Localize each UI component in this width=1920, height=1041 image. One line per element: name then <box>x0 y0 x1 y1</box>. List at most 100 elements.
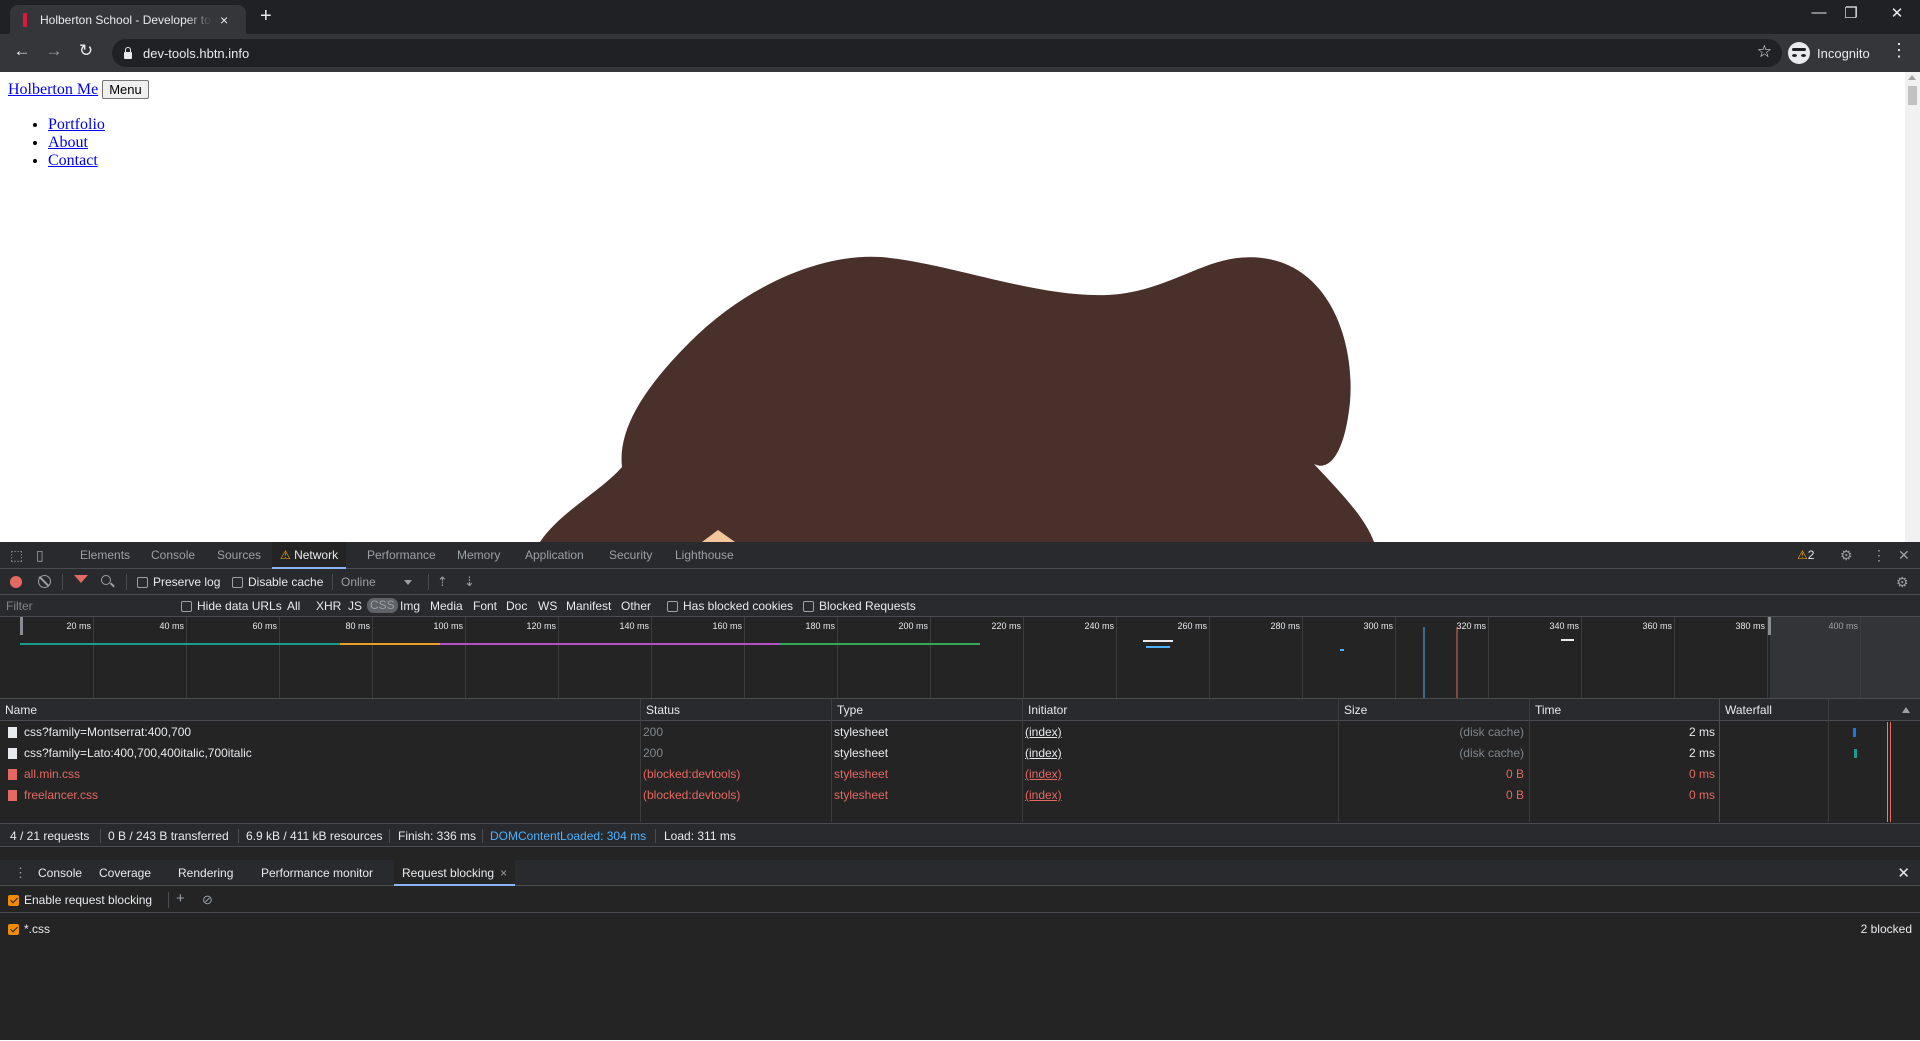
tab-application[interactable]: Application <box>525 542 584 569</box>
checkbox-box[interactable] <box>8 895 19 906</box>
export-har-icon[interactable]: ⇣ <box>464 574 475 590</box>
checkbox-box[interactable] <box>232 577 243 588</box>
filter-type-img[interactable]: Img <box>400 599 420 613</box>
enable-request-blocking-checkbox[interactable]: Enable request blocking <box>8 893 152 907</box>
header-waterfall[interactable]: Waterfall <box>1720 699 1920 721</box>
warnings-counter[interactable]: ⚠2 <box>1797 548 1814 562</box>
tab-network[interactable]: ⚠ Network <box>272 542 347 569</box>
header-size[interactable]: Size <box>1339 699 1529 721</box>
filter-type-media[interactable]: Media <box>430 599 463 613</box>
filter-type-manifest[interactable]: Manifest <box>566 599 611 613</box>
table-row[interactable]: all.min.css (blocked:devtools) styleshee… <box>0 764 1720 785</box>
cell-initiator-link[interactable]: (index) <box>1025 722 1325 743</box>
checkbox-box[interactable] <box>181 601 192 612</box>
filter-type-ws[interactable]: WS <box>538 599 557 613</box>
tab-performance[interactable]: Performance <box>367 542 436 569</box>
header-type[interactable]: Type <box>832 699 1022 721</box>
clear-icon[interactable] <box>38 575 51 588</box>
preserve-log-checkbox[interactable]: Preserve log <box>137 575 220 589</box>
tab-elements[interactable]: Elements <box>80 542 130 569</box>
checkbox-box[interactable] <box>137 577 148 588</box>
reload-button[interactable]: ↻ <box>74 41 98 61</box>
pattern-row[interactable]: *.css <box>8 922 50 936</box>
browser-menu-icon[interactable]: ⋮ <box>1890 40 1908 61</box>
filter-type-all[interactable]: All <box>287 599 300 613</box>
scroll-up-arrow-icon[interactable] <box>1908 75 1916 80</box>
has-blocked-cookies-checkbox[interactable]: Has blocked cookies <box>667 599 793 613</box>
table-row[interactable]: freelancer.css (blocked:devtools) styles… <box>0 785 1720 806</box>
inspect-element-icon[interactable]: ⬚ <box>10 547 23 564</box>
filter-type-other[interactable]: Other <box>621 599 651 613</box>
throttling-dropdown-icon[interactable] <box>404 580 412 585</box>
add-pattern-icon[interactable]: + <box>176 890 185 907</box>
table-row[interactable]: css?family=Montserrat:400,700 200 styles… <box>0 722 1856 743</box>
record-icon[interactable] <box>10 576 22 588</box>
lock-icon[interactable] <box>123 47 133 59</box>
tab-security[interactable]: Security <box>609 542 652 569</box>
filter-type-js[interactable]: JS <box>348 599 362 613</box>
header-initiator[interactable]: Initiator <box>1023 699 1338 721</box>
header-status[interactable]: Status <box>641 699 831 721</box>
table-row[interactable]: css?family=Lato:400,700,400italic,700ita… <box>0 743 1857 764</box>
network-overview-timeline[interactable]: 20 ms 40 ms 60 ms 80 ms 100 ms 120 ms 140 ms 16… <box>0 617 1920 699</box>
bookmark-star-icon[interactable]: ☆ <box>1757 42 1772 62</box>
disable-cache-checkbox[interactable]: Disable cache <box>232 575 323 589</box>
header-time[interactable]: Time <box>1530 699 1719 721</box>
filter-type-xhr[interactable]: XHR <box>316 599 341 613</box>
filter-type-font[interactable]: Font <box>473 599 497 613</box>
drawer-tab-request-blocking[interactable]: Request blocking × <box>394 860 516 886</box>
header-name[interactable]: Name <box>0 699 640 721</box>
new-tab-button[interactable]: + <box>260 5 272 28</box>
cell-initiator-link[interactable]: (index) <box>1025 785 1325 806</box>
filter-type-css[interactable]: CSS <box>367 598 398 613</box>
checkbox-box[interactable] <box>803 601 814 612</box>
tab-sources[interactable]: Sources <box>217 542 261 569</box>
tab-memory[interactable]: Memory <box>457 542 500 569</box>
devtools-close-icon[interactable]: ✕ <box>1898 547 1910 564</box>
tab-strip: Holberton School - Developer tools × + —… <box>0 0 1920 34</box>
devtools-menu-icon[interactable]: ⋮ <box>1872 547 1886 564</box>
checkbox-box[interactable] <box>667 601 678 612</box>
filter-input[interactable]: Filter <box>6 599 166 613</box>
hide-data-urls-checkbox[interactable]: Hide data URLs <box>181 599 282 613</box>
filter-icon[interactable] <box>74 575 88 583</box>
url-text[interactable]: dev-tools.hbtn.info <box>143 46 249 61</box>
incognito-icon <box>1788 42 1810 64</box>
drawer-tab-performance-monitor[interactable]: Performance monitor <box>261 860 373 886</box>
blocked-requests-checkbox[interactable]: Blocked Requests <box>803 599 916 613</box>
drawer-close-icon[interactable]: ✕ <box>1897 864 1910 882</box>
drawer-tab-console[interactable]: Console <box>38 860 82 886</box>
tab-lighthouse[interactable]: Lighthouse <box>675 542 734 569</box>
remove-all-patterns-icon[interactable]: ⊘ <box>202 892 213 908</box>
scrollbar-thumb[interactable] <box>1908 86 1917 105</box>
forward-button[interactable]: → <box>42 41 66 61</box>
sort-ascending-icon[interactable] <box>1902 707 1910 713</box>
back-button[interactable]: ← <box>10 41 34 61</box>
tab-console[interactable]: Console <box>151 542 195 569</box>
address-bar[interactable]: dev-tools.hbtn.info ☆ <box>112 39 1782 67</box>
filter-type-doc[interactable]: Doc <box>506 599 527 613</box>
cell-initiator-link[interactable]: (index) <box>1025 764 1325 785</box>
window-close-button[interactable]: ✕ <box>1874 4 1920 22</box>
drawer-tab-coverage[interactable]: Coverage <box>99 860 151 886</box>
waterfall-bar <box>1853 728 1856 737</box>
browser-tab[interactable]: Holberton School - Developer tools × <box>10 5 246 34</box>
restore-button[interactable]: ❐ <box>1828 4 1874 22</box>
document-icon <box>8 769 17 780</box>
drawer-more-icon[interactable]: ⋮ <box>14 865 27 881</box>
checkbox-box[interactable] <box>8 924 19 935</box>
device-toolbar-icon[interactable]: ▯ <box>36 547 44 564</box>
search-icon[interactable] <box>101 575 111 585</box>
throttling-select[interactable]: Online <box>341 575 376 589</box>
settings-gear-icon[interactable]: ⚙ <box>1840 547 1853 564</box>
summary-dom-content-loaded: DOMContentLoaded: 304 ms <box>490 829 647 843</box>
document-icon <box>8 790 17 801</box>
drawer-tab-rendering[interactable]: Rendering <box>178 860 233 886</box>
network-settings-icon[interactable]: ⚙ <box>1896 574 1909 591</box>
cell-initiator-link[interactable]: (index) <box>1025 743 1325 764</box>
tab-close-icon[interactable]: × <box>220 12 228 28</box>
incognito-profile[interactable]: Incognito <box>1788 39 1870 67</box>
page-scrollbar[interactable] <box>1905 72 1920 542</box>
import-har-icon[interactable]: ⇡ <box>437 574 448 590</box>
drawer-tab-close-icon[interactable]: × <box>500 866 507 880</box>
